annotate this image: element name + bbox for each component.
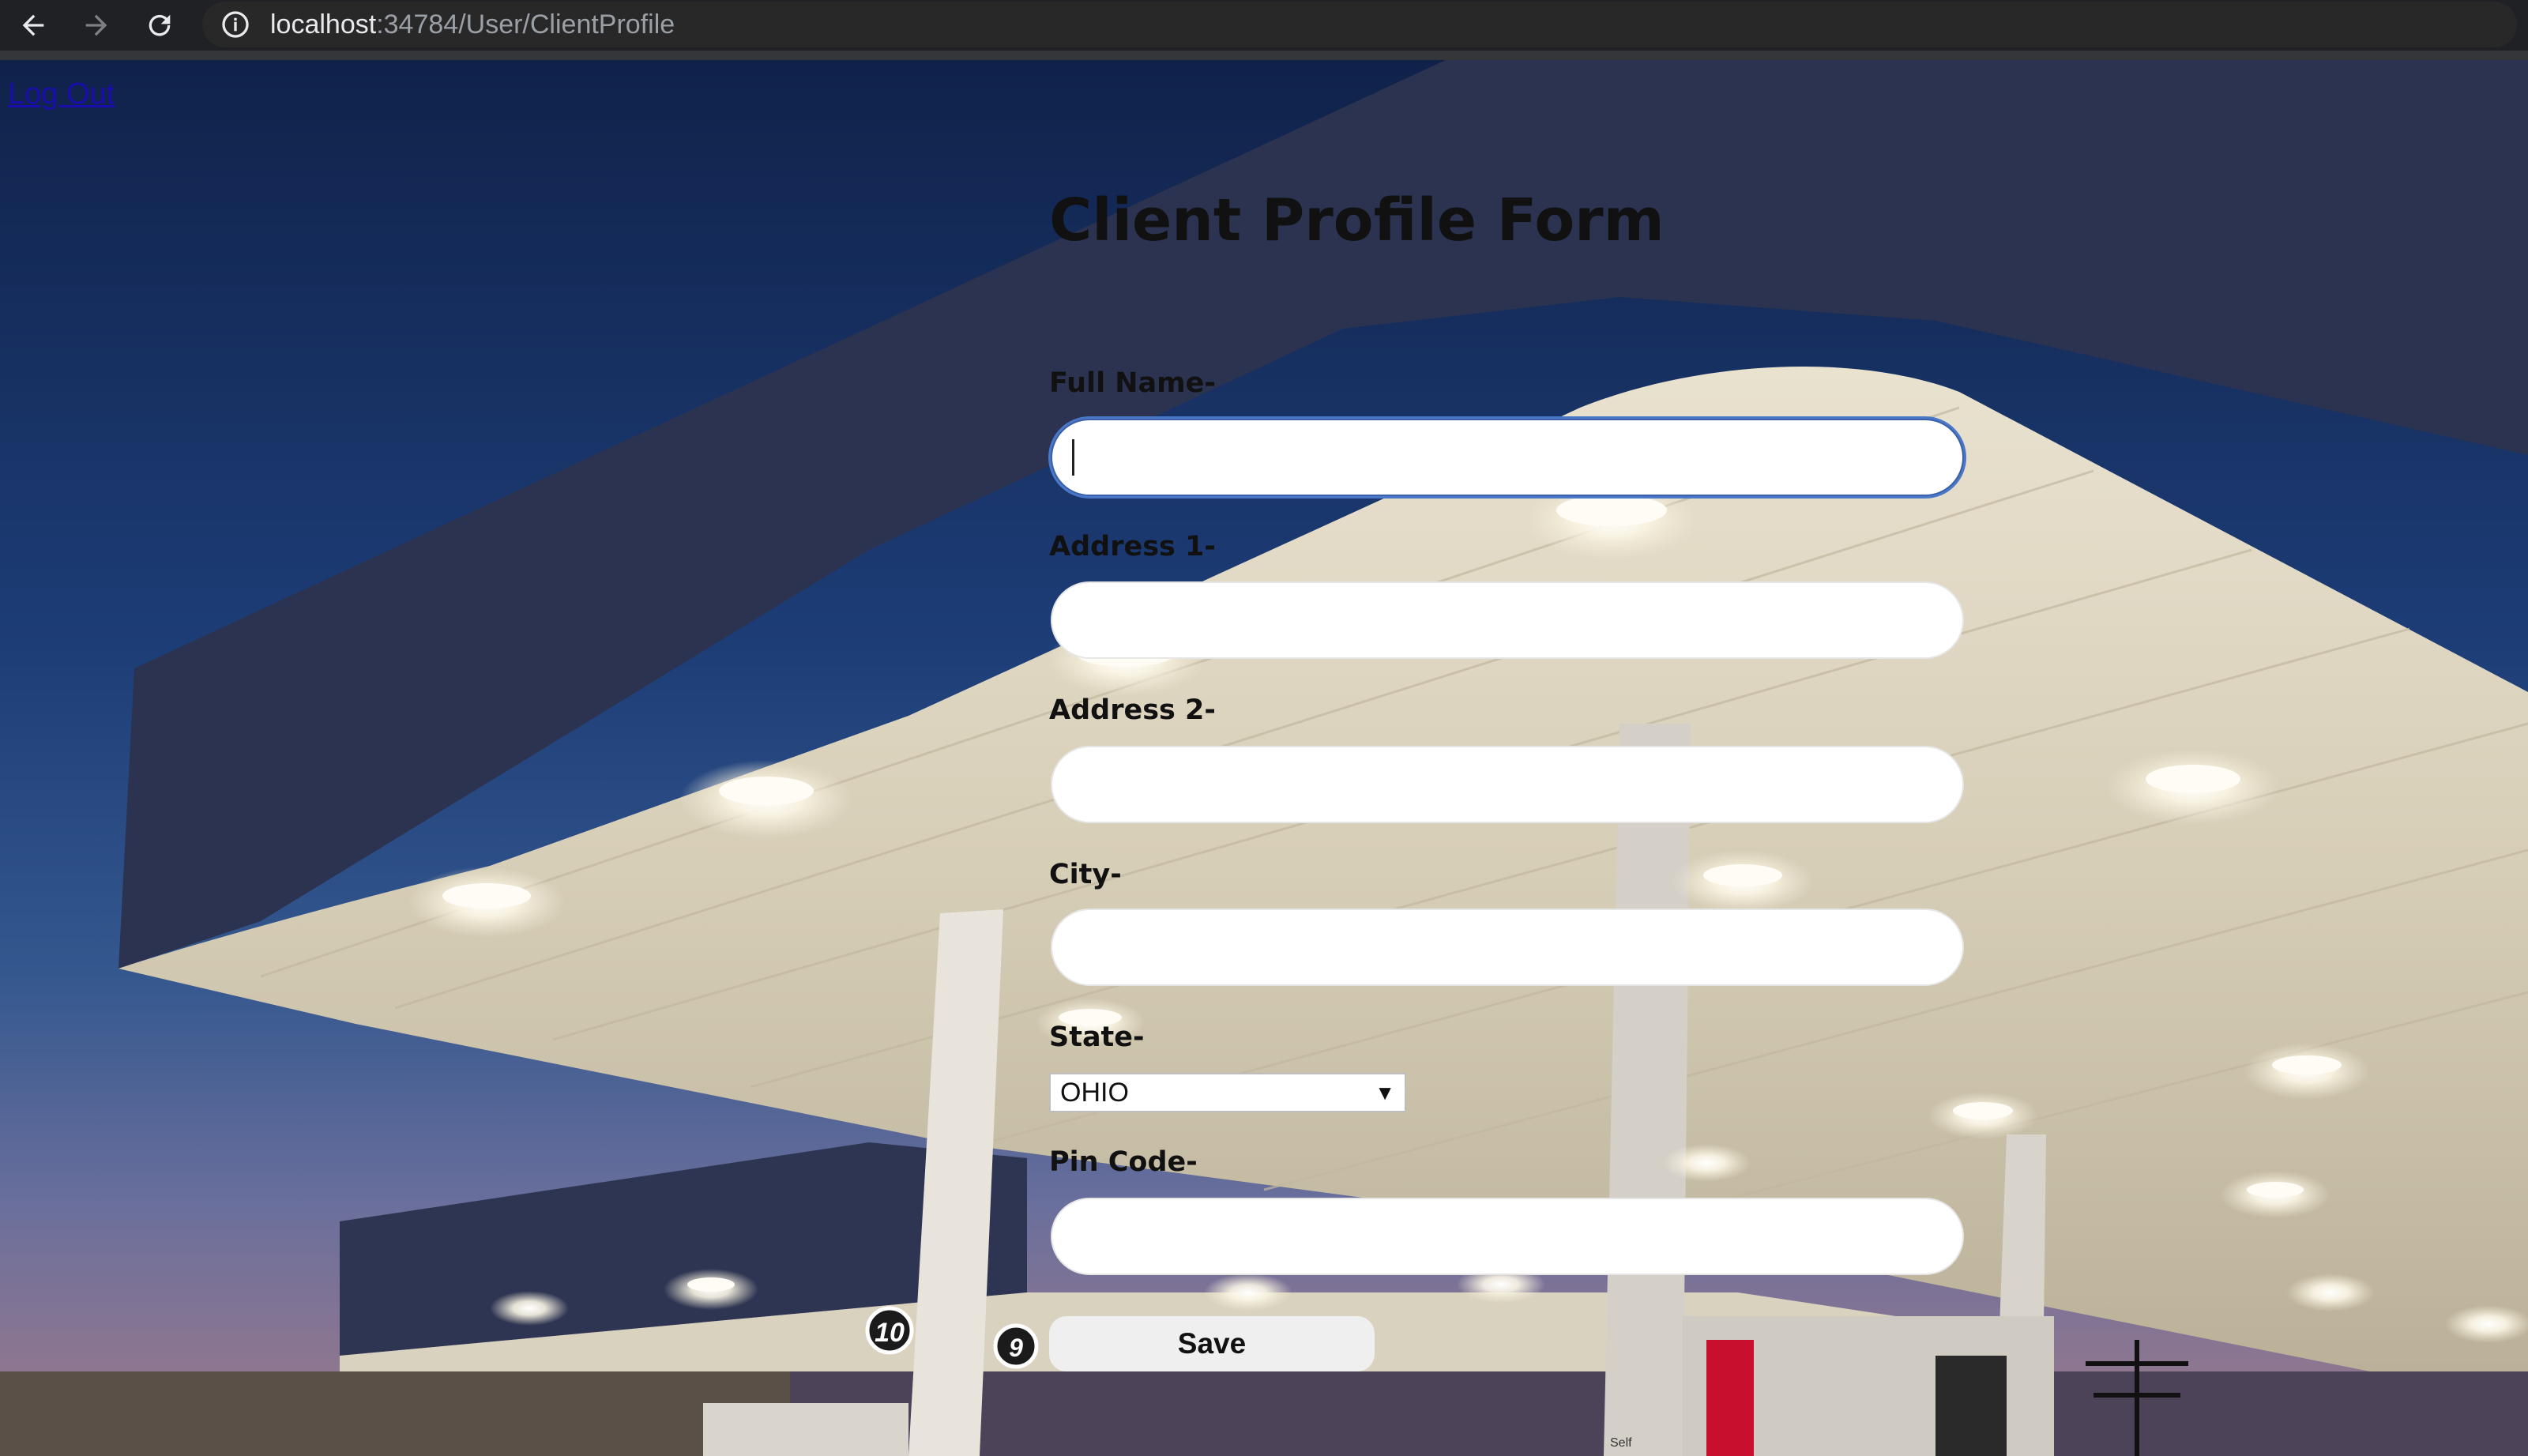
pump-sign: Self [1610,1436,1632,1450]
full-name-input[interactable] [1051,419,1964,496]
page-title: Client Profile Form [1049,186,1665,254]
save-button[interactable]: Save [1049,1316,1375,1371]
address2-label: Address 2- [1049,694,1216,726]
dropdown-arrow-icon: ▼ [1375,1080,1395,1104]
address-bar[interactable]: localhost:34784/User/ClientProfile [202,2,2517,47]
pump-number-10: 10 [875,1318,905,1348]
address1-input[interactable] [1051,581,1964,659]
text-caret [1072,439,1074,476]
address1-label: Address 1- [1049,531,1216,562]
pin-code-input[interactable] [1051,1198,1964,1275]
city-label: City- [1049,859,1122,890]
city-input[interactable] [1051,909,1964,986]
state-select[interactable]: OHIO ▼ [1049,1073,1406,1112]
pump-number-9: 9 [1009,1334,1023,1362]
site-info-icon[interactable] [220,9,251,40]
address2-input[interactable] [1051,746,1964,823]
logout-link[interactable]: Log Out [8,77,115,111]
pin-code-label: Pin Code- [1049,1146,1198,1178]
url-text[interactable]: localhost:34784/User/ClientProfile [270,8,675,41]
state-label: State- [1049,1021,1145,1053]
browser-toolbar: localhost:34784/User/ClientProfile [0,0,2528,51]
url-host: localhost [270,9,377,40]
forward-arrow-icon[interactable] [76,5,117,46]
state-selected-value: OHIO [1060,1077,1129,1108]
back-arrow-icon[interactable] [13,5,54,46]
full-name-label: Full Name- [1049,367,1216,399]
url-path: :34784/User/ClientProfile [376,9,675,40]
toolbar-divider [0,51,2528,60]
reload-icon[interactable] [139,5,180,46]
